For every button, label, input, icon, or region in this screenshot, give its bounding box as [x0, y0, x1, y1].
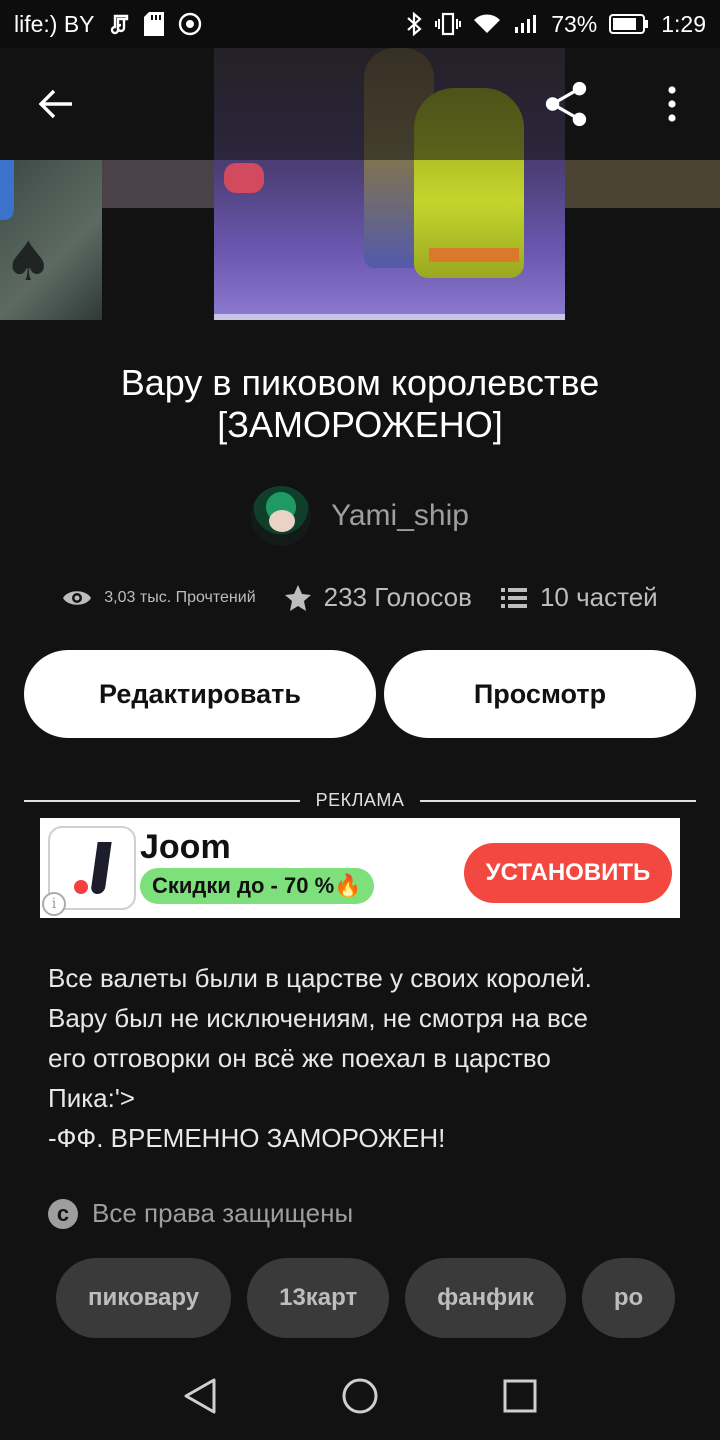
tag-chip[interactable]: ро: [581, 1258, 676, 1338]
triangle-back-icon: [184, 1378, 216, 1414]
description-line: -ФФ. ВРЕМЕННО ЗАМОРОЖЕН!: [48, 1123, 446, 1153]
description-line: его отговорки он всё же поехал в царство: [48, 1043, 551, 1073]
story-stats: 3,03 тыс. Прочтений 233 Голосов 10 часте…: [0, 582, 720, 613]
star-icon: [284, 584, 311, 611]
story-title-line2: [ЗАМОРОЖЕНО]: [217, 404, 503, 445]
copyright-text: Все права защищены: [92, 1198, 354, 1228]
ad-subtitle-badge: Скидки до - 70 %🔥: [140, 868, 374, 904]
story-title: Вару в пиковом королевстве [ЗАМОРОЖЕНО]: [40, 362, 680, 446]
avatar[interactable]: [251, 486, 312, 546]
reads-stat: 3,03 тыс. Прочтений: [62, 587, 256, 609]
ad-install-button[interactable]: УСТАНОВИТЬ: [464, 843, 672, 903]
ad-divider: РЕКЛАМА: [24, 790, 697, 811]
description-line: Пика:'>: [48, 1083, 135, 1113]
tag-chip[interactable]: 13карт: [247, 1258, 390, 1338]
circle-home-icon: [342, 1378, 378, 1414]
wifi-icon: [473, 13, 501, 35]
description-line: Вару был не исключениям, не смотря на вс…: [48, 1003, 588, 1033]
story-cover-header: ♠: [0, 48, 720, 320]
spade-icon: ♠: [4, 230, 53, 293]
status-bar: life:) BY 73% 1:29: [0, 0, 720, 48]
carrier-label: life:) BY: [14, 10, 95, 37]
battery-percent: 73%: [551, 10, 598, 37]
story-title-line1: Вару в пиковом королевстве: [120, 362, 600, 403]
cover-thumbnail-previous[interactable]: ♠: [0, 160, 102, 320]
parts-count[interactable]: 10 частей: [540, 582, 658, 613]
more-vert-icon: [668, 86, 676, 122]
more-options-button[interactable]: [648, 78, 696, 130]
view-button[interactable]: Просмотр: [384, 650, 696, 738]
copyright-icon: c: [48, 1198, 78, 1229]
ad-info-icon[interactable]: i: [42, 892, 66, 916]
square-recents-icon: [503, 1379, 537, 1413]
clock: 1:29: [661, 10, 706, 37]
ad-label: РЕКЛАМА: [315, 790, 405, 810]
bluetooth-icon: [405, 11, 423, 37]
share-button[interactable]: [542, 78, 590, 130]
music-icon: [107, 12, 131, 36]
description-line: Все валеты были в царстве у своих короле…: [48, 963, 592, 993]
reads-count: 3,03 тыс. Прочтений: [104, 588, 256, 606]
signal-icon: [513, 13, 539, 35]
battery-icon: [609, 13, 649, 35]
eye-icon: [63, 590, 92, 605]
system-nav-bar: [0, 1352, 720, 1440]
nav-home-button[interactable]: [330, 1366, 390, 1426]
copyright-row: c Все права защищены: [48, 1198, 353, 1229]
vibrate-icon: [435, 12, 462, 36]
ad-app-name[interactable]: Joom: [140, 828, 231, 867]
tag-list[interactable]: пиковару 13карт фанфик ро: [56, 1258, 688, 1338]
hotspot-icon: [177, 11, 203, 37]
edit-button[interactable]: Редактировать: [24, 650, 376, 738]
nav-back-button[interactable]: [170, 1366, 230, 1426]
back-button[interactable]: [32, 78, 80, 130]
back-arrow-icon: [38, 89, 72, 119]
votes-count: 233 Голосов: [323, 582, 472, 612]
share-icon: [545, 81, 587, 127]
author-name[interactable]: Yami_ship: [331, 499, 469, 533]
author-row[interactable]: Yami_ship: [0, 486, 720, 546]
ad-banner[interactable]: i Joom Скидки до - 70 %🔥 УСТАНОВИТЬ: [40, 818, 680, 918]
list-icon: [500, 587, 527, 608]
votes-stat: 233 Голосов: [284, 582, 472, 613]
story-description: Все валеты были в царстве у своих короле…: [48, 958, 668, 1158]
tag-chip[interactable]: фанфик: [405, 1258, 566, 1338]
tag-chip[interactable]: пиковару: [56, 1258, 232, 1338]
parts-stat[interactable]: 10 частей: [500, 582, 658, 613]
sd-card-icon: [143, 11, 165, 37]
nav-recents-button[interactable]: [490, 1366, 550, 1426]
